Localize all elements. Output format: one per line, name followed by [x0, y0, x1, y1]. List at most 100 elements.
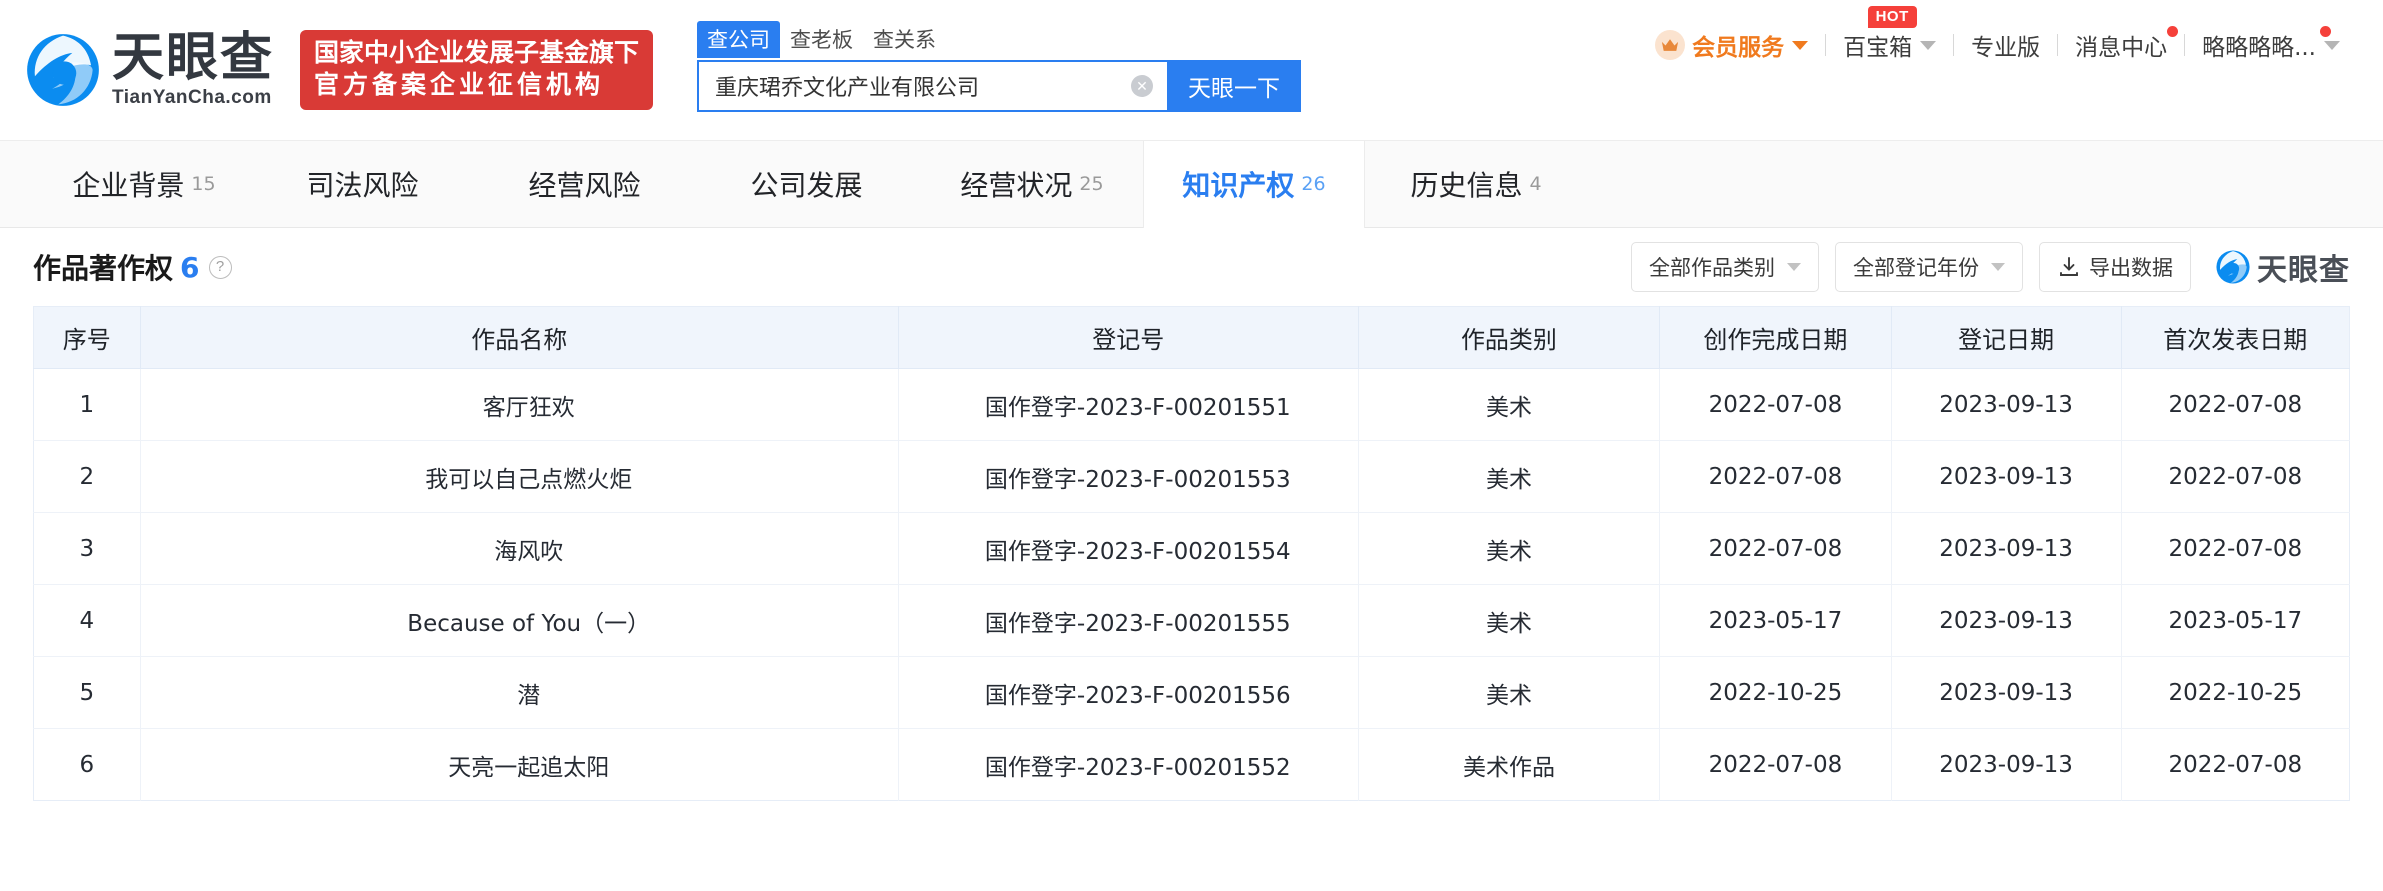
cell-registration-date: 2023-09-13 — [1891, 368, 2122, 441]
tab-label: 历史信息 — [1410, 169, 1523, 202]
search-button[interactable]: 天眼一下 — [1167, 60, 1302, 112]
search-tab-company[interactable]: 查公司 — [697, 21, 781, 58]
cell-registration-date: 2023-09-13 — [1891, 656, 2122, 729]
tab-history-info[interactable]: 历史信息 4 — [1365, 141, 1587, 227]
cell-first-publish-date: 2022-07-08 — [2121, 440, 2350, 513]
cell-creation-date: 2022-07-08 — [1659, 512, 1892, 585]
table-row: 5 潜 国作登字-2023-F-00201556 美术 2022-10-25 2… — [33, 656, 2350, 729]
filter-category-label: 全部作品类别 — [1649, 256, 1775, 280]
help-icon[interactable]: ? — [208, 255, 232, 279]
filter-category-select[interactable]: 全部作品类别 — [1631, 242, 1819, 292]
official-credit-badge: 国家中小企业发展子基金旗下 官方备案企业征信机构 — [300, 30, 654, 110]
table-row: 4 Because of You（一） 国作登字-2023-F-00201555… — [33, 584, 2350, 657]
table-row: 3 海风吹 国作登字-2023-F-00201554 美术 2022-07-08… — [33, 512, 2350, 585]
section-header: 作品著作权 6 ? 全部作品类别 全部登记年份 导出数据 天眼查 — [33, 228, 2350, 306]
chevron-down-icon — [1792, 40, 1809, 50]
cell-registration-no: 国作登字-2023-F-00201556 — [898, 656, 1359, 729]
cell-first-publish-date: 2022-07-08 — [2121, 728, 2350, 801]
cell-registration-no: 国作登字-2023-F-00201551 — [898, 368, 1359, 441]
tab-label: 经营风险 — [528, 169, 641, 202]
col-header-work-name: 作品名称 — [140, 306, 899, 369]
site-logo[interactable]: 天眼查 TianYanCha.com — [24, 31, 274, 109]
search-row: ✕ 天眼一下 — [697, 60, 1302, 112]
cell-no: 3 — [33, 512, 141, 585]
site-header: 天眼查 TianYanCha.com 国家中小企业发展子基金旗下 官方备案企业征… — [0, 0, 2383, 140]
cell-registration-no: 国作登字-2023-F-00201554 — [898, 512, 1359, 585]
col-header-work-category: 作品类别 — [1358, 306, 1661, 369]
cell-work-name: Because of You（一） — [140, 584, 899, 657]
download-icon — [2057, 255, 2081, 279]
pro-version-link[interactable]: 专业版 — [1954, 28, 2057, 62]
tab-company-development[interactable]: 公司发展 — [699, 141, 921, 227]
chevron-down-icon — [1920, 40, 1937, 50]
tab-label: 司法风险 — [306, 169, 419, 202]
hot-badge: HOT — [1867, 6, 1917, 28]
cell-registration-date: 2023-09-13 — [1891, 728, 2122, 801]
tab-count: 4 — [1529, 173, 1542, 195]
cell-registration-date: 2023-09-13 — [1891, 584, 2122, 657]
tab-operation-risk[interactable]: 经营风险 — [477, 141, 699, 227]
chevron-down-icon — [2324, 40, 2340, 50]
cell-creation-date: 2023-05-17 — [1659, 584, 1892, 657]
tab-enterprise-background[interactable]: 企业背景 15 — [33, 141, 255, 227]
message-center-label: 消息中心 — [2075, 35, 2168, 61]
cell-registration-no: 国作登字-2023-F-00201552 — [898, 728, 1359, 801]
export-data-label: 导出数据 — [2089, 256, 2173, 280]
cell-work-name: 海风吹 — [140, 512, 899, 585]
table-body: 1 客厅狂欢 国作登字-2023-F-00201551 美术 2022-07-0… — [33, 368, 2350, 801]
badge-line-1: 国家中小企业发展子基金旗下 — [314, 38, 640, 67]
vip-service-menu[interactable]: 会员服务 — [1638, 28, 1825, 62]
tab-intellectual-property[interactable]: 知识产权 26 — [1143, 141, 1365, 228]
section-title: 作品著作权 6 ? — [33, 247, 232, 287]
crown-icon — [1655, 30, 1686, 60]
cell-first-publish-date: 2023-05-17 — [2121, 584, 2350, 657]
tab-count: 26 — [1301, 173, 1326, 195]
cell-work-category: 美术作品 — [1358, 728, 1661, 801]
logo-name-cn: 天眼查 — [112, 27, 275, 88]
table-header: 序号 作品名称 登记号 作品类别 创作完成日期 登记日期 首次发表日期 — [33, 306, 2350, 369]
cell-first-publish-date: 2022-07-08 — [2121, 368, 2350, 441]
tianyancha-logo-icon — [2215, 249, 2251, 285]
export-data-button[interactable]: 导出数据 — [2039, 242, 2191, 292]
tab-judicial-risk[interactable]: 司法风险 — [255, 141, 477, 227]
copyright-works-section: 作品著作权 6 ? 全部作品类别 全部登记年份 导出数据 天眼查 序号 作品名称… — [0, 228, 2383, 801]
message-center-link[interactable]: 消息中心 — [2058, 26, 2184, 62]
tab-business-status[interactable]: 经营状况 25 — [921, 141, 1143, 227]
section-count: 6 — [180, 250, 200, 284]
pro-version-label: 专业版 — [1971, 35, 2041, 61]
section-title-text: 作品著作权 — [33, 252, 174, 285]
col-header-first-publish-date: 首次发表日期 — [2121, 306, 2350, 369]
search-tab-boss[interactable]: 查老板 — [780, 21, 863, 58]
tianyancha-logo-icon — [24, 31, 102, 109]
cell-registration-no: 国作登字-2023-F-00201553 — [898, 440, 1359, 513]
chevron-down-icon — [1991, 263, 2005, 271]
cell-no: 6 — [33, 728, 141, 801]
company-section-tabs: 企业背景 15 司法风险 经营风险 公司发展 经营状况 25 知识产权 26 历… — [0, 140, 2383, 228]
cell-work-name: 天亮一起追太阳 — [140, 728, 899, 801]
filter-year-label: 全部登记年份 — [1853, 256, 1979, 280]
search-input[interactable] — [713, 62, 1126, 110]
clear-icon[interactable]: ✕ — [1131, 75, 1154, 97]
section-toolbar: 全部作品类别 全部登记年份 导出数据 天眼查 — [1631, 242, 2350, 292]
cell-work-name: 我可以自己点燃火炬 — [140, 440, 899, 513]
search-tab-relation[interactable]: 查关系 — [863, 21, 946, 58]
table-row: 6 天亮一起追太阳 国作登字-2023-F-00201552 美术作品 2022… — [33, 728, 2350, 801]
cell-work-category: 美术 — [1358, 512, 1661, 585]
notification-dot-icon — [2167, 26, 2179, 37]
badge-line-2: 官方备案企业征信机构 — [314, 70, 605, 99]
chevron-down-icon — [1787, 263, 1801, 271]
cell-creation-date: 2022-07-08 — [1659, 368, 1892, 441]
user-account-menu[interactable]: 略略略略... — [2185, 26, 2357, 62]
filter-year-select[interactable]: 全部登记年份 — [1835, 242, 2023, 292]
cell-registration-no: 国作登字-2023-F-00201555 — [898, 584, 1359, 657]
col-header-creation-date: 创作完成日期 — [1659, 306, 1892, 369]
vip-service-label: 会员服务 — [1692, 35, 1785, 61]
cell-no: 4 — [33, 584, 141, 657]
toolbox-menu[interactable]: HOT 百宝箱 — [1826, 6, 1953, 62]
tab-label: 企业背景 — [72, 169, 185, 202]
toolbox-label: 百宝箱 — [1843, 35, 1913, 61]
cell-work-category: 美术 — [1358, 368, 1661, 441]
watermark-text: 天眼查 — [2257, 253, 2350, 288]
notification-dot-icon — [2320, 26, 2331, 37]
tab-label: 经营状况 — [960, 169, 1073, 202]
